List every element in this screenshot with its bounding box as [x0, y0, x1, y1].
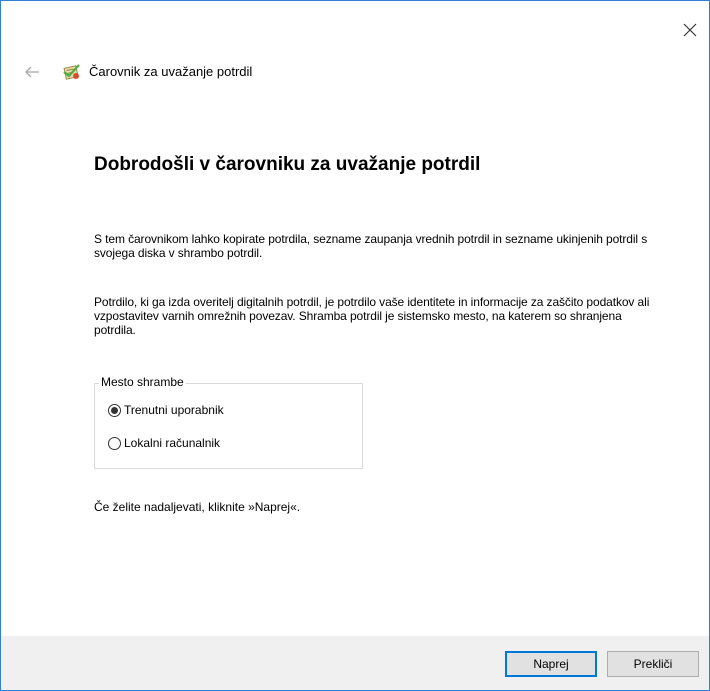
- certificate-icon: [63, 64, 80, 80]
- wizard-window: Čarovnik za uvažanje potrdil Dobrodošli …: [0, 0, 710, 691]
- intro-paragraph: S tem čarovnikom lahko kopirate potrdila…: [94, 232, 648, 260]
- window-title: Čarovnik za uvažanje potrdil: [89, 64, 253, 79]
- radio-button-unchecked[interactable]: [108, 436, 121, 450]
- page-heading: Dobrodošli v čarovniku za uvažanje potrd…: [94, 154, 481, 175]
- radio-button-checked[interactable]: [108, 403, 121, 417]
- radio-local-machine[interactable]: Lokalni računalnik: [108, 436, 220, 450]
- store-location-group: Mesto shrambe Trenutni uporabnik Lokalni…: [94, 375, 363, 469]
- info-paragraph: Potrdilo, ki ga izda overitelj digitalni…: [94, 295, 650, 337]
- radio-label-local-machine: Lokalni računalnik: [124, 436, 221, 450]
- radio-current-user[interactable]: Trenutni uporabnik: [108, 403, 224, 417]
- footer-bar: Naprej Prekliči: [1, 636, 709, 690]
- continue-instruction: Če želite nadaljevati, kliknite »Naprej«…: [94, 500, 301, 514]
- close-icon: [683, 23, 697, 37]
- back-button[interactable]: [21, 61, 43, 83]
- store-location-legend: Mesto shrambe: [99, 375, 186, 389]
- cancel-button[interactable]: Prekliči: [607, 651, 699, 677]
- radio-label-current-user: Trenutni uporabnik: [124, 403, 224, 417]
- next-button[interactable]: Naprej: [505, 651, 597, 677]
- close-button[interactable]: [675, 15, 705, 45]
- back-arrow-icon: [25, 66, 39, 78]
